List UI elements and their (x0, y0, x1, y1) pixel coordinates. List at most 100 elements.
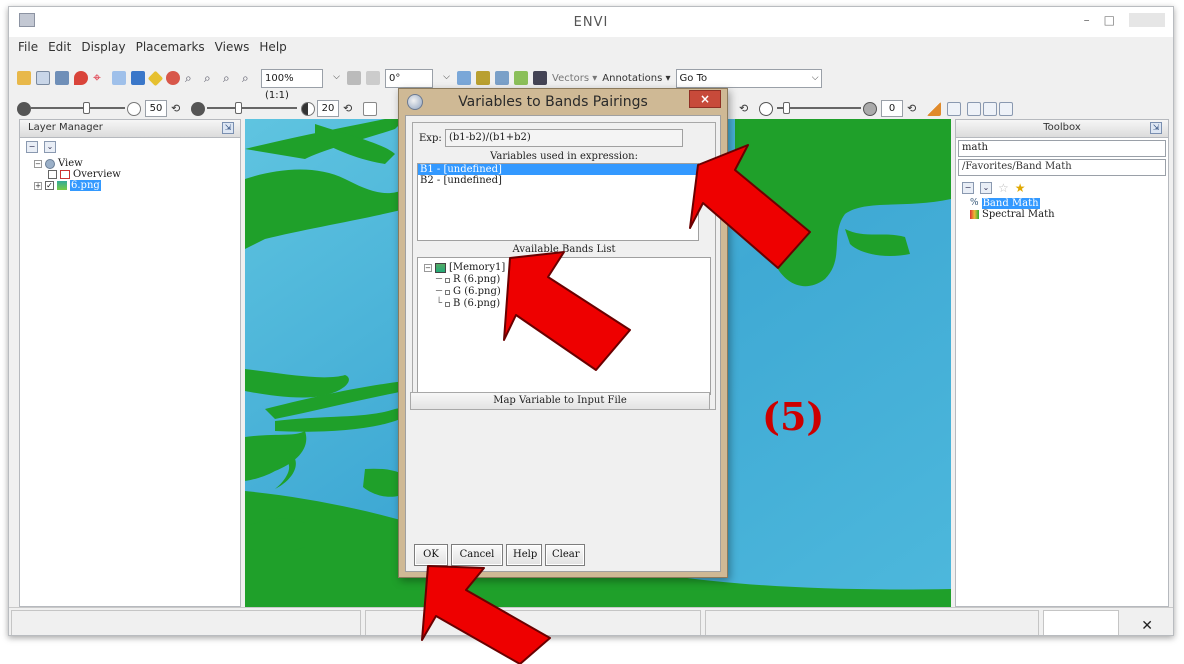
cursor-value-icon[interactable] (947, 102, 961, 116)
reset-contrast-icon[interactable]: ⟲ (343, 102, 357, 116)
close-window-button[interactable] (1129, 13, 1165, 27)
transparency-value[interactable]: 0 (881, 100, 903, 117)
toolbox-panel: Toolbox ⇲ math /Favorites/Band Math − ⌄ … (955, 119, 1169, 607)
cancel-button[interactable]: Cancel (451, 544, 503, 566)
contrast-slider[interactable] (207, 107, 297, 109)
tree-layer-node[interactable]: + ✓ 6.png (34, 180, 240, 191)
profile-icon[interactable] (495, 71, 509, 85)
tree-line-icon: ─ (436, 286, 443, 297)
fly-icon[interactable] (147, 70, 164, 86)
toolbox-expand-icon[interactable]: ⌄ (980, 182, 992, 194)
band-icon (445, 301, 451, 307)
rotate-right-icon[interactable] (366, 71, 380, 85)
data-manager-icon[interactable] (36, 71, 50, 85)
open-file-icon[interactable] (17, 71, 31, 85)
collapse-icon[interactable]: − (26, 141, 38, 153)
variables-list[interactable]: B1 - [undefined] B2 - [undefined] (417, 163, 699, 241)
brightness-slider[interactable] (31, 107, 125, 109)
menu-display[interactable]: Display (80, 40, 126, 58)
band-math-label: Band Math (981, 198, 1040, 209)
toolbox-path-field[interactable]: /Favorites/Band Math (958, 159, 1166, 176)
brightness-slider-thumb[interactable] (83, 102, 90, 114)
menu-views[interactable]: Views (214, 40, 251, 58)
band-root-node[interactable]: − [Memory1] (424, 262, 704, 274)
portal-icon[interactable] (533, 71, 547, 85)
expand-node-icon[interactable]: + (34, 181, 42, 190)
tree-view-node[interactable]: − View (34, 158, 240, 169)
reset-sharpen-icon[interactable]: ⟲ (739, 102, 753, 116)
ok-button[interactable]: OK (414, 544, 448, 566)
toolbox-item-spectral-math[interactable]: Spectral Math (970, 209, 1168, 220)
expression-field[interactable]: (b1-b2)/(b1+b2) (445, 129, 683, 147)
clear-button[interactable]: Clear (545, 544, 585, 566)
band-item-g[interactable]: ─ G (6.png) (424, 286, 704, 298)
vectors-menu[interactable]: Vectors ▾ (552, 73, 597, 84)
minimize-icon[interactable]: – (1084, 13, 1090, 27)
tree-overview-node[interactable]: Overview (34, 169, 240, 180)
cancel-process-icon[interactable]: ✕ (1141, 618, 1153, 634)
placemark-icon[interactable] (74, 71, 88, 85)
rotation-dropdown-icon[interactable]: ⌵ (438, 69, 452, 88)
view-label: View (58, 158, 83, 169)
view-layout-3-icon[interactable] (999, 102, 1013, 116)
layer-icon[interactable] (55, 71, 69, 85)
zoom-in-icon[interactable]: ⌕ (204, 71, 218, 85)
contrast-value[interactable]: 20 (317, 100, 339, 117)
rotate-left-icon[interactable] (347, 71, 361, 85)
vector-icon[interactable] (457, 71, 471, 85)
favorite-star-icon[interactable]: ★ (1015, 181, 1026, 195)
variable-item-b1[interactable]: B1 - [undefined] (418, 164, 698, 175)
stats-icon[interactable] (514, 71, 528, 85)
zoom-icon[interactable]: ⌕ (185, 71, 199, 85)
menu-edit[interactable]: Edit (47, 40, 72, 58)
chip-icon[interactable] (476, 71, 490, 85)
crosshair-icon[interactable]: ⌖ (93, 71, 107, 85)
menu-bar: File Edit Display Placemarks Views Help (9, 40, 288, 58)
overview-checkbox[interactable] (48, 170, 57, 179)
pin-icon[interactable]: ⇲ (222, 122, 234, 134)
toolbox-item-band-math[interactable]: % Band Math (970, 198, 1168, 209)
zoom-combo[interactable]: 100% (1:1) (261, 68, 323, 101)
maximize-icon[interactable]: □ (1104, 13, 1115, 27)
band-item-r[interactable]: ─ R (6.png) (424, 274, 704, 286)
variable-item-b2[interactable]: B2 - [undefined] (418, 175, 698, 186)
collapse-node-icon[interactable]: − (34, 159, 42, 168)
menu-help[interactable]: Help (258, 40, 287, 58)
brightness-value[interactable]: 50 (145, 100, 167, 117)
pan-icon[interactable] (131, 71, 145, 85)
zoom-dropdown-icon[interactable]: ⌵ (328, 69, 342, 88)
dialog-close-button[interactable]: × (689, 90, 721, 108)
chip-view-icon[interactable] (927, 102, 941, 116)
contrast-slider-thumb[interactable] (235, 102, 242, 114)
zoom-full-icon[interactable]: ⌕ (242, 71, 256, 85)
select-icon[interactable] (112, 71, 126, 85)
toolbox-collapse-icon[interactable]: − (962, 182, 974, 194)
help-button[interactable]: Help (506, 544, 542, 566)
map-variable-button[interactable]: Map Variable to Input File (410, 392, 710, 410)
layer-tree: − View Overview + ✓ 6.png (20, 158, 240, 191)
band-icon (445, 277, 451, 283)
reset-icon[interactable]: ⟲ (171, 102, 185, 116)
collapse-bands-icon[interactable]: − (424, 264, 432, 272)
zoom-out-icon[interactable]: ⌕ (223, 71, 237, 85)
stretch-icon[interactable] (363, 102, 377, 116)
transparency-slider-thumb[interactable] (783, 102, 790, 114)
menu-placemarks[interactable]: Placemarks (135, 40, 206, 58)
view-layout-2-icon[interactable] (983, 102, 997, 116)
available-bands-tree[interactable]: − [Memory1] ─ R (6.png) ─ G (6.png) └ B … (417, 257, 711, 395)
band-item-b[interactable]: └ B (6.png) (424, 298, 704, 310)
rotation-combo[interactable]: 0° (385, 68, 433, 88)
toolbox-search-input[interactable]: math (958, 140, 1166, 157)
reset-transparency-icon[interactable]: ⟲ (907, 102, 921, 116)
menu-file[interactable]: File (17, 40, 39, 58)
toolbox-pin-icon[interactable]: ⇲ (1150, 122, 1162, 134)
rotate-icon[interactable] (166, 71, 180, 85)
annotations-menu[interactable]: Annotations ▾ (602, 73, 670, 84)
view-layout-1-icon[interactable] (967, 102, 981, 116)
layer-manager-panel: Layer Manager ⇲ − ⌄ − View Overview + ✓ … (19, 119, 241, 607)
main-toolbar: ⌖ ⌕ ⌕ ⌕ ⌕ 100% (1:1) ⌵ 0° ⌵ Vectors ▾ An… (17, 67, 897, 101)
favorite-off-icon[interactable]: ☆ (998, 181, 1009, 195)
expand-icon[interactable]: ⌄ (44, 141, 56, 153)
layer-checkbox[interactable]: ✓ (45, 181, 54, 190)
goto-combo[interactable]: Go To ⌵ (675, 68, 822, 88)
